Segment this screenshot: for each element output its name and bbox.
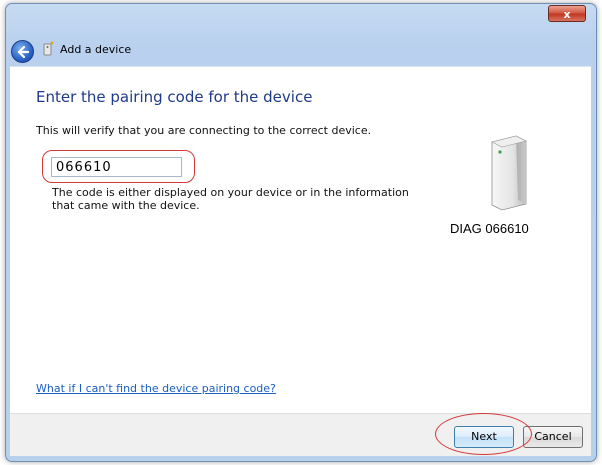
cancel-button[interactable]: Cancel xyxy=(523,426,583,448)
next-highlight-annotation xyxy=(435,413,532,455)
intro-text: This will verify that you are connecting… xyxy=(36,124,372,137)
input-highlight-annotation xyxy=(42,150,195,183)
close-button[interactable]: x xyxy=(548,5,586,22)
content-panel xyxy=(10,66,591,414)
code-help-text: The code is either displayed on your dev… xyxy=(52,186,409,212)
window-title: Add a device xyxy=(60,43,132,56)
pairing-code-help-link[interactable]: What if I can't find the device pairing … xyxy=(36,382,276,395)
back-arrow-icon xyxy=(17,45,30,59)
page-heading: Enter the pairing code for the device xyxy=(36,88,313,106)
back-button[interactable] xyxy=(11,40,34,63)
device-icon xyxy=(491,135,527,211)
add-device-icon xyxy=(43,41,54,56)
device-name: DIAG 066610 xyxy=(450,221,529,236)
